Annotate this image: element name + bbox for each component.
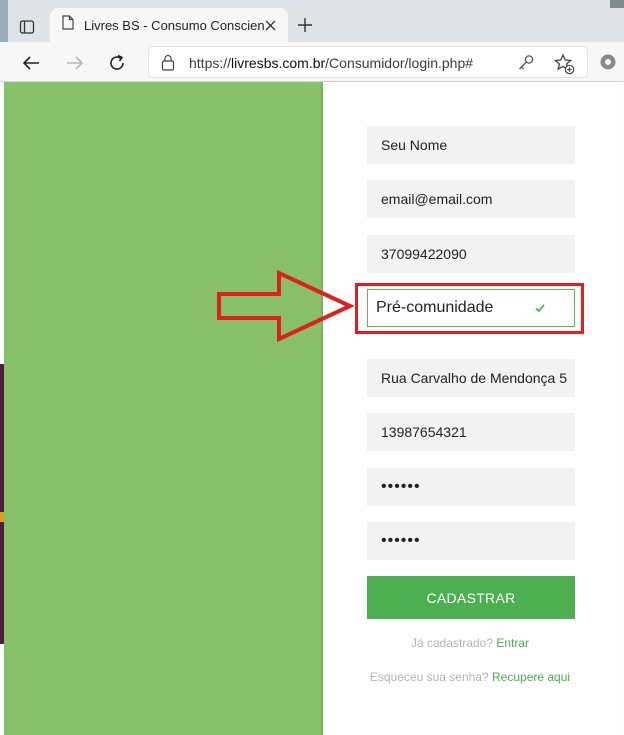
password-confirm-field[interactable] xyxy=(367,522,575,560)
plus-icon[interactable] xyxy=(292,12,318,38)
browser-toolbar: https://livresbs.com.br/Consumidor/login… xyxy=(0,42,624,82)
active-tab[interactable]: Livres BS - Consumo Consciente xyxy=(50,8,288,42)
lock-icon[interactable] xyxy=(161,54,177,72)
page-icon xyxy=(62,15,74,35)
address-field[interactable] xyxy=(367,359,575,397)
recover-link[interactable]: Recupere aqui xyxy=(492,670,570,684)
url-scheme: https:// xyxy=(189,55,232,71)
login-link[interactable]: Entrar xyxy=(496,636,529,650)
annotation-arrow xyxy=(217,270,354,342)
login-hint: Já cadastrado? Entrar xyxy=(323,636,617,650)
annotation-highlight-box xyxy=(355,283,584,334)
url-path: /Consumidor/login.php# xyxy=(325,55,474,71)
close-icon[interactable] xyxy=(262,17,278,33)
forward-arrow-icon[interactable] xyxy=(62,50,88,76)
register-button[interactable]: Cadastrar xyxy=(367,576,575,619)
forgot-prompt: Esqueceu sua senha? xyxy=(369,670,489,684)
password-field[interactable] xyxy=(367,468,575,506)
refresh-icon[interactable] xyxy=(104,50,130,76)
tab-title: Livres BS - Consumo Consciente xyxy=(84,17,264,33)
document-field[interactable] xyxy=(367,413,575,451)
key-icon[interactable] xyxy=(517,54,537,72)
green-background xyxy=(4,82,324,735)
phone-field[interactable] xyxy=(367,235,575,273)
address-bar[interactable]: https://livresbs.com.br/Consumidor/login… xyxy=(148,46,588,78)
url-text: https://livresbs.com.br/Consumidor/login… xyxy=(189,55,473,71)
url-domain: livresbs.com.br xyxy=(231,55,326,71)
email-field[interactable] xyxy=(367,180,575,218)
registered-prompt: Já cadastrado? xyxy=(410,636,494,650)
back-arrow-icon[interactable] xyxy=(18,50,44,76)
recover-hint: Esqueceu sua senha? Recupere aqui xyxy=(323,670,617,684)
window-edge xyxy=(0,0,8,42)
name-field[interactable] xyxy=(367,126,575,164)
window-edge xyxy=(610,0,624,8)
tab-actions-icon[interactable] xyxy=(14,14,40,40)
settings-icon[interactable] xyxy=(598,52,620,74)
favorite-icon[interactable] xyxy=(553,53,575,75)
tab-strip: Livres BS - Consumo Consciente xyxy=(0,0,624,42)
